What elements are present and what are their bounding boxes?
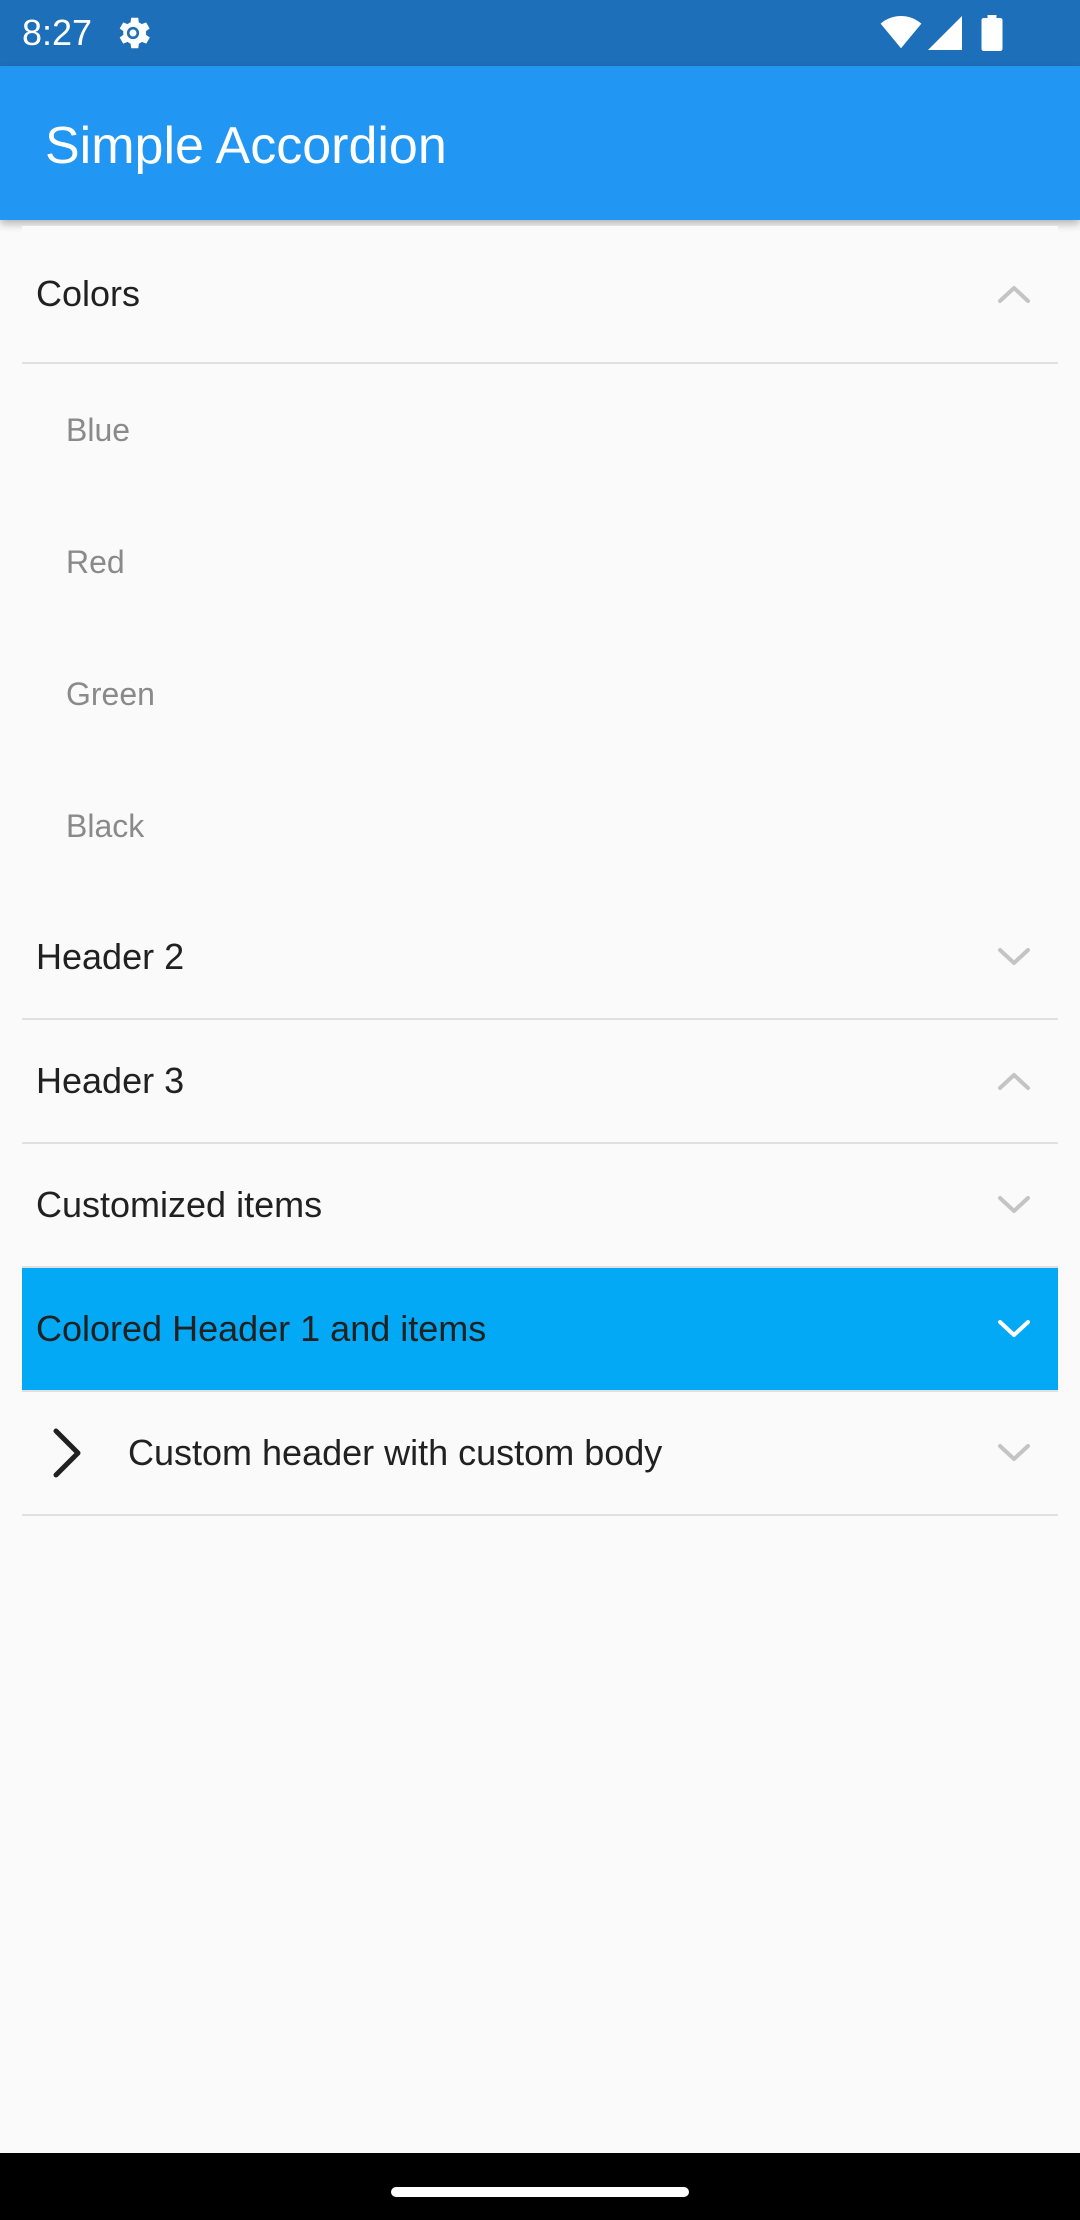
- chevron-down-icon: [998, 948, 1030, 965]
- status-time: 8:27: [22, 12, 93, 53]
- accordion-header-header-2[interactable]: Header 2: [22, 896, 1058, 1020]
- wifi-icon: [880, 16, 922, 49]
- list-item-black[interactable]: Black: [22, 760, 1058, 892]
- chevron-up-icon: [998, 1073, 1030, 1090]
- app-title: Simple Accordion: [45, 117, 447, 175]
- accordion-header-colors[interactable]: Colors: [22, 226, 1058, 364]
- home-gesture-handle[interactable]: [391, 2187, 689, 2197]
- chevron-right-icon: [53, 1428, 81, 1478]
- accordion-header-title: Custom header with custom body: [128, 1432, 663, 1473]
- chevron-up-icon: [998, 286, 1030, 303]
- accordion-header-custom-header[interactable]: Custom header with custom body: [22, 1392, 1058, 1516]
- accordion-header-header-3[interactable]: Header 3: [22, 1020, 1058, 1144]
- chevron-down-icon: [998, 1196, 1030, 1213]
- accordion-header-colored-header-1[interactable]: Colored Header 1 and items: [22, 1268, 1058, 1392]
- status-bar: 8:27: [0, 0, 1080, 66]
- battery-icon: [981, 15, 1003, 51]
- accordion-header-title: Header 2: [36, 936, 185, 977]
- accordion: Colors Blue Red Green Black Header 2 Hea…: [22, 226, 1058, 1516]
- list-item-green[interactable]: Green: [22, 628, 1058, 760]
- navigation-bar: [0, 2153, 1080, 2220]
- accordion-body-colors: Blue Red Green Black: [22, 364, 1058, 892]
- accordion-header-title: Header 3: [36, 1060, 185, 1101]
- chevron-down-icon: [998, 1444, 1030, 1461]
- signal-icon: [928, 16, 962, 50]
- app-bar: Simple Accordion: [0, 66, 1080, 220]
- list-item-red[interactable]: Red: [22, 496, 1058, 628]
- settings-gear-icon: [119, 17, 150, 49]
- list-item-blue[interactable]: Blue: [22, 364, 1058, 496]
- accordion-header-customized-items[interactable]: Customized items: [22, 1144, 1058, 1268]
- accordion-header-title: Colors: [36, 273, 141, 314]
- chevron-down-icon: [998, 1320, 1030, 1337]
- accordion-header-title: Colored Header 1 and items: [36, 1308, 487, 1349]
- accordion-header-title: Customized items: [36, 1184, 323, 1225]
